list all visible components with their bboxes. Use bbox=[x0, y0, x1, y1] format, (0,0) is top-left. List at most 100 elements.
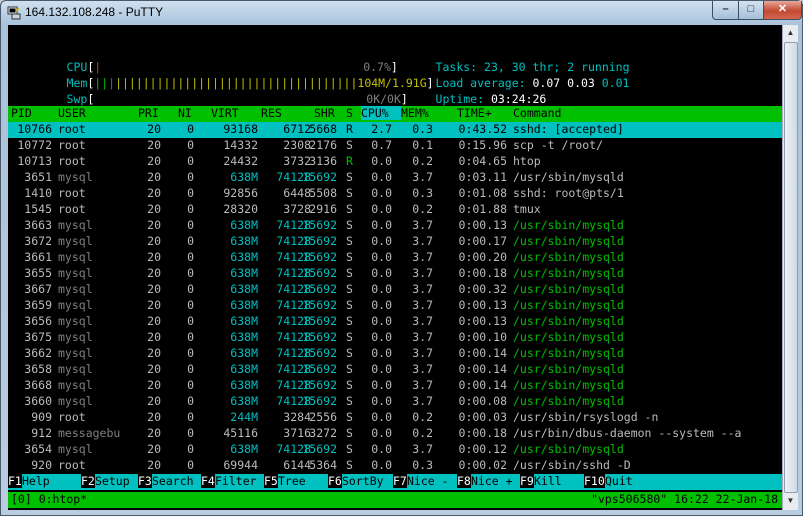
process-mem: 3.7 bbox=[412, 234, 433, 248]
fkey-f4[interactable]: F4 bbox=[201, 474, 215, 488]
process-shr: 15692 bbox=[302, 362, 337, 376]
process-row[interactable]: 909 root 20 0 244M 3284 2556 S 0.0 0.2 0:00.03/usr… bbox=[8, 410, 782, 426]
col-state[interactable]: S bbox=[346, 106, 353, 120]
col-cpu[interactable]: CPU% bbox=[361, 106, 401, 120]
process-pri: 20 bbox=[147, 394, 161, 408]
process-row[interactable]: 3668 mysql 20 0 638M 74128 15692 S 0.0 3.7 0:00.14… bbox=[8, 378, 782, 394]
process-row[interactable]: 920 root 20 0 69944 6144 5364 S 0.0 0.3 0:00.02/us… bbox=[8, 458, 782, 474]
fkey-f9-label[interactable]: Kill bbox=[534, 474, 562, 488]
col-command[interactable]: Command bbox=[513, 106, 561, 120]
fkey-f7[interactable]: F7 bbox=[393, 474, 407, 488]
process-user: root bbox=[58, 202, 86, 216]
process-time: 0:00.03 bbox=[458, 410, 507, 424]
fkey-f10[interactable]: F10 bbox=[584, 474, 605, 488]
process-row[interactable]: 3658 mysql 20 0 638M 74128 15692 S 0.0 3.7 0:00.14… bbox=[8, 362, 782, 378]
process-state: S bbox=[346, 426, 353, 440]
process-row[interactable]: 3661 mysql 20 0 638M 74128 15692 S 0.0 3.7 0:00.20… bbox=[8, 250, 782, 266]
scroll-up-arrow-icon[interactable]: ▲ bbox=[783, 25, 798, 41]
process-ni: 0 bbox=[187, 202, 194, 216]
close-button[interactable]: ✕ bbox=[763, 1, 802, 20]
process-ni: 0 bbox=[187, 154, 194, 168]
process-res: 6144 bbox=[283, 458, 311, 472]
fkey-f2-label[interactable]: Setup bbox=[95, 474, 130, 488]
col-res[interactable]: RES bbox=[261, 106, 282, 120]
process-user: mysql bbox=[58, 218, 93, 232]
col-ni[interactable]: NI bbox=[178, 106, 192, 120]
process-row[interactable]: 3667 mysql 20 0 638M 74128 15692 S 0.0 3.7 0:00.32… bbox=[8, 282, 782, 298]
col-pri[interactable]: PRI bbox=[138, 106, 159, 120]
fkey-f3-label[interactable]: Search bbox=[152, 474, 194, 488]
maximize-button[interactable]: □ bbox=[738, 1, 764, 20]
process-row[interactable]: 3654 mysql 20 0 638M 74128 15692 S 0.0 3.7 0:00.12… bbox=[8, 442, 782, 458]
fkey-f6-label[interactable]: SortBy bbox=[342, 474, 384, 488]
terminal[interactable]: CPU[| 0.7%] Mem[|||||||||||||||||||||||||… bbox=[8, 25, 782, 510]
process-row[interactable]: 3672 mysql 20 0 638M 74128 15692 S 0.0 3.7 0:00.17… bbox=[8, 234, 782, 250]
process-virt: 45116 bbox=[223, 426, 258, 440]
process-pid: 3667 bbox=[24, 282, 52, 296]
fkey-f2[interactable]: F2 bbox=[81, 474, 95, 488]
process-time: 0:15.96 bbox=[458, 138, 507, 152]
minimize-button[interactable]: – bbox=[712, 1, 739, 20]
process-state: S bbox=[346, 234, 353, 248]
vertical-scrollbar[interactable]: ▲ ▼ bbox=[782, 25, 798, 510]
process-row[interactable]: 3662 mysql 20 0 638M 74128 15692 S 0.0 3.7 0:00.14… bbox=[8, 346, 782, 362]
process-row[interactable]: 3675 mysql 20 0 638M 74128 15692 S 0.0 3.7 0:00.10… bbox=[8, 330, 782, 346]
fkey-f7-label[interactable]: Nice - bbox=[407, 474, 449, 488]
fkey-f1-label[interactable]: Help bbox=[22, 474, 50, 488]
col-mem[interactable]: MEM% bbox=[401, 106, 429, 120]
process-table-header[interactable]: PID USER PRI NI VIRT RES SHR S CPU% MEM%… bbox=[8, 106, 782, 122]
process-state: R bbox=[346, 154, 353, 168]
tmux-window-list[interactable]: [0] 0:htop* bbox=[11, 492, 87, 506]
process-shr: 2176 bbox=[309, 138, 337, 152]
col-pid[interactable]: PID bbox=[11, 106, 32, 120]
process-time: 0:00.13 bbox=[458, 218, 507, 232]
process-pri: 20 bbox=[147, 362, 161, 376]
process-mem: 3.7 bbox=[412, 362, 433, 376]
process-row[interactable]: 3660 mysql 20 0 638M 74128 15692 S 0.0 3.7 0:00.08… bbox=[8, 394, 782, 410]
process-command: sshd: root@pts/1 bbox=[513, 186, 624, 200]
process-ni: 0 bbox=[187, 410, 194, 424]
col-virt[interactable]: VIRT bbox=[211, 106, 239, 120]
process-row[interactable]: 3656 mysql 20 0 638M 74128 15692 S 0.0 3.7 0:00.13… bbox=[8, 314, 782, 330]
process-user: mysql bbox=[58, 250, 93, 264]
process-row[interactable]: 912 messagebu 20 0 45116 3716 3272 S 0.0 0.2 0:00.… bbox=[8, 426, 782, 442]
process-pid: 912 bbox=[31, 426, 52, 440]
fkey-f5-label[interactable]: Tree bbox=[278, 474, 306, 488]
col-user[interactable]: USER bbox=[58, 106, 86, 120]
process-user: root bbox=[58, 186, 86, 200]
process-row[interactable]: 1545 root 20 0 28320 3728 2916 S 0.0 0.2 0:01.88 tm… bbox=[8, 202, 782, 218]
process-row[interactable]: 10713 root 20 0 24432 3732 3136 R 0.0 0.2 0:04.65 h… bbox=[8, 154, 782, 170]
fkey-f10-label[interactable]: Quit bbox=[605, 474, 633, 488]
process-pid: 909 bbox=[31, 410, 52, 424]
process-res: 3728 bbox=[283, 202, 311, 216]
fkey-f6[interactable]: F6 bbox=[328, 474, 342, 488]
fkey-f5[interactable]: F5 bbox=[264, 474, 278, 488]
fkey-f3[interactable]: F3 bbox=[138, 474, 152, 488]
process-row[interactable]: 1410 root 20 0 92856 6448 5508 S 0.0 0.3 0:01.08 ss… bbox=[8, 186, 782, 202]
process-pri: 20 bbox=[147, 234, 161, 248]
process-shr: 15692 bbox=[302, 314, 337, 328]
process-row[interactable]: 10772 root 20 0 14332 2308 2176 S 0.7 0.1 0:15.96 s… bbox=[8, 138, 782, 154]
process-command: /usr/bin/dbus-daemon --system --a bbox=[513, 426, 742, 440]
process-row[interactable]: 3651 mysql 20 0 638M 74128 15692 S 0.0 3.7 0:03.11… bbox=[8, 170, 782, 186]
process-ni: 0 bbox=[187, 122, 194, 136]
function-key-bar[interactable]: F1 Help F2 Setup F3 Search F4 Filter F5 Tree F6 Sor… bbox=[8, 474, 782, 490]
fkey-f1[interactable]: F1 bbox=[8, 474, 22, 488]
process-row[interactable]: 3659 mysql 20 0 638M 74128 15692 S 0.0 3.7 0:00.13… bbox=[8, 298, 782, 314]
fkey-f9[interactable]: F9 bbox=[520, 474, 534, 488]
title-bar[interactable]: 164.132.108.248 - PuTTY – □ ✕ bbox=[1, 1, 802, 25]
process-row[interactable]: 3663 mysql 20 0 638M 74128 15692 S 0.0 3.7 0:00.13… bbox=[8, 218, 782, 234]
process-row[interactable]: 3655 mysql 20 0 638M 74128 15692 S 0.0 3.7 0:00.18… bbox=[8, 266, 782, 282]
fkey-f8[interactable]: F8 bbox=[457, 474, 471, 488]
scrollbar-thumb[interactable] bbox=[784, 42, 798, 493]
process-user: mysql bbox=[58, 266, 93, 280]
scroll-down-arrow-icon[interactable]: ▼ bbox=[783, 493, 798, 509]
fkey-f8-label[interactable]: Nice + bbox=[471, 474, 513, 488]
fkey-f4-label[interactable]: Filter bbox=[215, 474, 257, 488]
process-cpu: 0.0 bbox=[371, 442, 392, 456]
process-virt: 638M bbox=[230, 282, 258, 296]
col-shr[interactable]: SHR bbox=[314, 106, 335, 120]
col-time[interactable]: TIME+ bbox=[457, 106, 492, 120]
process-row[interactable]: 10766 root 20 0 93168 6712 5668 R 2.7 0.3 0:43.52 s… bbox=[8, 122, 782, 138]
process-ni: 0 bbox=[187, 442, 194, 456]
